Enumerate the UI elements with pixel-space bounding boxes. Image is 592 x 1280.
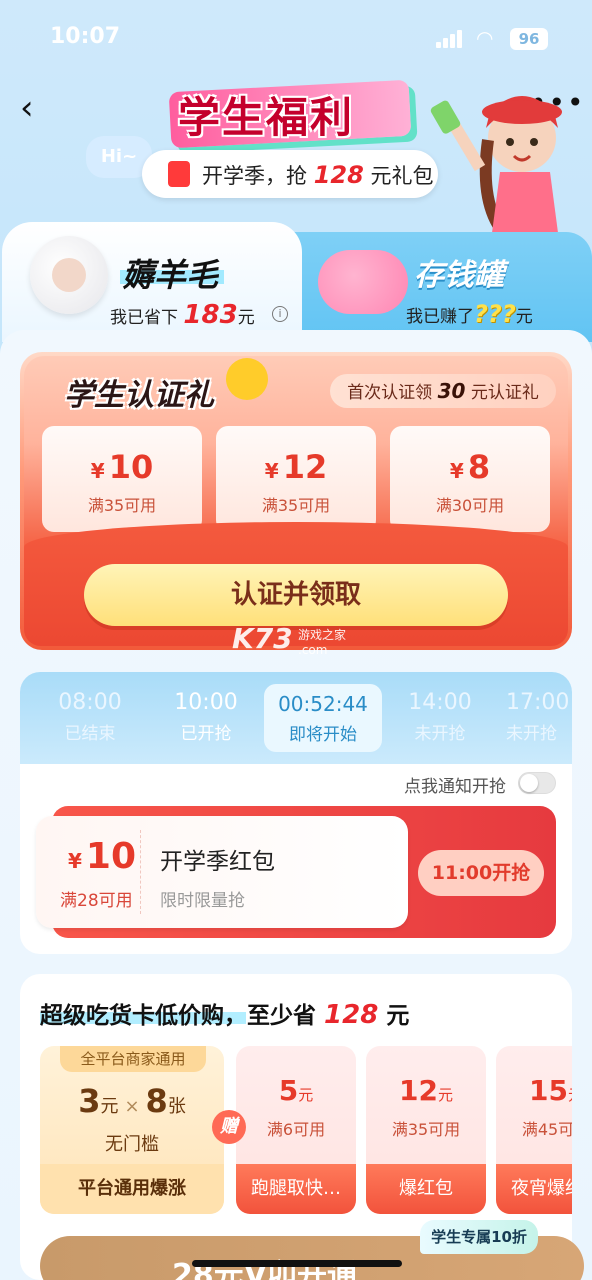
time-slot-active[interactable]: 00:52:44 即将开始 [273, 690, 373, 745]
food-coupon-foot: 跑腿取快… [236, 1164, 356, 1214]
wifi-icon: ◠ [476, 26, 494, 50]
bundle-sub: 无门槛 [105, 1134, 159, 1155]
watermark-site: 游戏之家 .com [298, 628, 347, 657]
piggy-bank-icon [318, 250, 408, 314]
red-packet-icon [168, 161, 190, 187]
tab-piggy-bank-title: 存钱罐 [414, 258, 504, 293]
mascot-girl-illustration [430, 96, 562, 248]
food-coupon-amount: 15元 [529, 1074, 572, 1107]
cert-title: 学生认证礼 [64, 378, 214, 413]
tab-save-money-title: 薅羊毛 [122, 256, 219, 294]
foodie-title: 超级吃货卡低价购，至少省 128 元 [40, 1000, 410, 1030]
gift-badge: 赠 [212, 1110, 246, 1144]
status-time: 10:07 [50, 24, 121, 49]
verify-and-claim-button[interactable]: 认证并领取 [84, 564, 508, 626]
toggle-knob [520, 774, 538, 792]
back-icon[interactable]: ‹ [20, 88, 34, 128]
cert-badge: 首次认证领 30 元认证礼 [330, 374, 556, 408]
food-coupon-condition: 满35可用 [391, 1120, 461, 1139]
food-coupon-amount: 12元 [399, 1074, 453, 1107]
food-coupon-foot: 爆红包 [366, 1164, 486, 1214]
saved-amount: 我已省下 183元 [110, 300, 255, 330]
red-packet-condition: 满28可用 [60, 891, 133, 911]
signal-icon [436, 30, 464, 48]
bundle-foot: 平台通用爆涨 [40, 1164, 224, 1214]
food-coupon-foot: 夜宵爆红包 [496, 1164, 572, 1214]
cert-coupon[interactable]: ¥12 满35可用 [216, 426, 376, 532]
watermark-logo: K73 [232, 622, 293, 655]
food-coupon-condition: 满6可用 [266, 1120, 326, 1139]
surprised-emoji-icon [226, 358, 268, 400]
time-slot[interactable]: 08:00 已结束 [40, 690, 140, 744]
food-coupon-clip: 15元 满45可用 夜宵爆红包 [496, 1046, 572, 1214]
food-coupon-amount: 5元 [278, 1074, 314, 1107]
info-icon[interactable]: i [272, 306, 288, 322]
notify-label: 点我通知开抢 [404, 777, 506, 797]
time-slot[interactable]: 14:00 未开抢 [390, 690, 490, 744]
sheep-face-icon [52, 258, 86, 292]
bundle-price: 3元 × 8张 [78, 1082, 186, 1120]
earned-amount: 我已赚了???元 [406, 300, 533, 328]
red-packet-title: 开学季红包 [160, 849, 275, 875]
time-slot[interactable]: 10:00 已开抢 [156, 690, 256, 744]
home-indicator[interactable] [192, 1260, 402, 1267]
red-packet-subtitle: 限时限量抢 [160, 891, 245, 911]
red-packet-amount: ¥10 [68, 836, 137, 877]
time-slot[interactable]: 17:00 未开抢 [506, 690, 572, 744]
cert-coupon[interactable]: ¥8 满30可用 [390, 426, 550, 532]
battery-indicator: 96 [510, 28, 548, 50]
page-title: 学生福利 [178, 93, 355, 142]
bundle-tag: 全平台商家通用 [60, 1046, 206, 1072]
divider [140, 830, 141, 914]
grab-time-button[interactable]: 11:00开抢 [418, 850, 544, 896]
promo-text: 开学季，抢 128 元礼包 [202, 161, 434, 189]
cert-coupon[interactable]: ¥10 满35可用 [42, 426, 202, 532]
student-discount-tag: 学生专属10折 [420, 1220, 538, 1254]
food-coupon-condition: 满45可用 [521, 1120, 572, 1139]
